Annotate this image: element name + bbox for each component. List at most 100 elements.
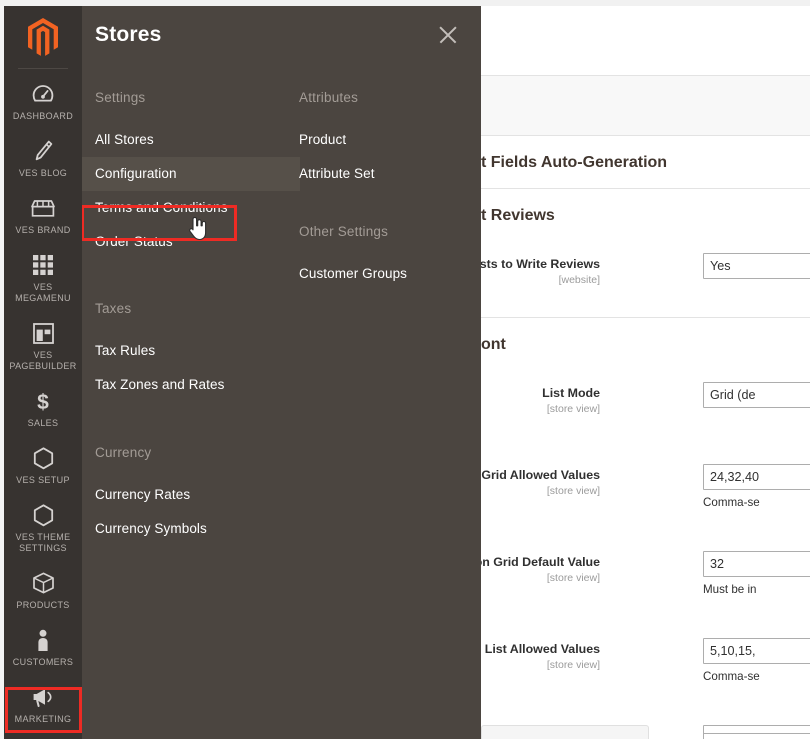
field-note: Must be in	[703, 583, 757, 596]
field-control: 24,32,40 Comma-se	[703, 464, 810, 509]
field-control: Yes	[703, 253, 810, 279]
next-field-input-partial[interactable]	[703, 733, 810, 739]
field-note: Comma-se	[703, 496, 760, 509]
menu-group-title-currency: Currency	[95, 445, 152, 460]
config-section-tab-stub[interactable]	[481, 725, 649, 739]
menu-item-currency-symbols[interactable]: Currency Symbols	[82, 512, 300, 546]
field-scope: [store view]	[546, 572, 600, 584]
layout-panel-icon	[6, 321, 80, 345]
hexagon-icon	[6, 503, 80, 527]
sidebar-item-label: VES BRAND	[15, 225, 71, 235]
sidebar-item-label: VES SETUP	[16, 475, 70, 485]
section-fields-auto-generation: t Fields Auto-Generation	[481, 136, 810, 189]
field-scope: [store view]	[546, 403, 600, 415]
menu-item-currency-rates[interactable]: Currency Rates	[82, 478, 300, 512]
menu-item-tax-zones-and-rates[interactable]: Tax Zones and Rates	[82, 368, 300, 402]
field-control: Grid (de	[703, 382, 810, 408]
sidebar-item-ves-blog[interactable]: VES BLOG	[4, 130, 82, 187]
grid-squares-icon	[6, 253, 80, 277]
field-label: Products per Page on List Allowed Values	[481, 642, 600, 656]
content-top-blank	[481, 6, 810, 75]
field-scope: [store view]	[546, 659, 600, 671]
field-products-per-page-grid-default: Products per Page on Grid Default Value …	[481, 539, 810, 626]
list-mode-select[interactable]: Grid (de	[703, 382, 810, 408]
grid-default-value-input[interactable]: 32	[703, 551, 810, 577]
sidebar-nav-list: DASHBOARD VES BLOG VES BRAND VES MEGAMEN…	[4, 69, 82, 739]
field-label: Allow Guests to Write Reviews	[481, 257, 600, 271]
pencil-icon	[6, 139, 80, 163]
field-allow-guests-to-write-reviews: Allow Guests to Write Reviews [website] …	[481, 241, 810, 317]
megaphone-icon	[6, 685, 80, 709]
menu-column-right: Attributes Product Attribute Set Other S…	[286, 64, 481, 291]
menu-item-configuration[interactable]: Configuration	[82, 157, 300, 191]
menu-columns: Settings All Stores Configuration Terms …	[81, 64, 481, 724]
menu-group-title-attributes: Attributes	[299, 90, 359, 105]
person-icon	[6, 628, 80, 652]
sidebar-item-ves-brand[interactable]: VES BRAND	[4, 187, 82, 244]
field-label: Products per Page on Grid Default Value	[481, 555, 600, 569]
sidebar-item-label: SALES	[27, 418, 59, 428]
sidebar-item-label: DASHBOARD	[12, 111, 74, 121]
list-allowed-values-input[interactable]: 5,10,15,	[703, 638, 810, 664]
field-list-mode: List Mode [store view] Grid (de	[481, 370, 810, 452]
sidebar-item-label: VES THEME SETTINGS	[15, 532, 71, 553]
sidebar-item-label: VES BLOG	[18, 168, 68, 178]
next-field-control-partial	[703, 733, 810, 739]
menu-group-title-other-settings: Other Settings	[299, 224, 389, 239]
menu-item-customer-groups[interactable]: Customer Groups	[286, 257, 481, 291]
sidebar-item-content[interactable]: CONTENT	[4, 733, 82, 739]
menu-column-left: Settings All Stores Configuration Terms …	[82, 64, 300, 546]
menu-group-title-settings: Settings	[95, 90, 146, 105]
menu-item-order-status[interactable]: Order Status	[82, 225, 300, 259]
magento-logo[interactable]	[4, 6, 82, 68]
sidebar-item-sales[interactable]: $ SALES	[4, 380, 82, 437]
sidebar-item-marketing[interactable]: MARKETING	[4, 676, 82, 733]
menu-item-attribute-set[interactable]: Attribute Set	[286, 157, 481, 191]
storefront-icon	[6, 196, 80, 220]
sidebar-item-label: MARKETING	[14, 714, 72, 724]
sidebar-item-ves-pagebuilder[interactable]: VES PAGEBUILDER	[4, 312, 82, 380]
stores-menu-panel: Stores Settings All Stores Configuration…	[81, 6, 481, 739]
menu-item-all-stores[interactable]: All Stores	[82, 123, 300, 157]
field-label: List Mode	[542, 386, 600, 400]
sidebar-item-customers[interactable]: CUSTOMERS	[4, 619, 82, 676]
menu-item-product[interactable]: Product	[286, 123, 481, 157]
magento-logo-icon	[28, 18, 58, 56]
dashboard-gauge-icon	[6, 82, 80, 106]
sidebar-item-ves-theme-settings[interactable]: VES THEME SETTINGS	[4, 494, 82, 562]
menu-item-terms-and-conditions[interactable]: Terms and Conditions	[82, 191, 300, 225]
sidebar-item-ves-megamenu[interactable]: VES MEGAMENU	[4, 244, 82, 312]
section-heading-storefront: ont	[481, 336, 506, 353]
sidebar-item-ves-setup[interactable]: VES SETUP	[4, 437, 82, 494]
field-control: 32 Must be in	[703, 551, 810, 596]
section-storefront: ont List Mode [store view] Grid (de Prod…	[481, 318, 810, 739]
collapsed-section-band	[481, 75, 810, 136]
field-control: 5,10,15, Comma-se	[703, 638, 810, 683]
section-heading-reviews: t Reviews	[481, 207, 555, 224]
field-scope: [store view]	[546, 485, 600, 497]
section-product-reviews: t Reviews Allow Guests to Write Reviews …	[481, 189, 810, 318]
field-products-per-page-list-allowed: Products per Page on List Allowed Values…	[481, 626, 810, 713]
section-heading-auto-generation: t Fields Auto-Generation	[481, 136, 810, 189]
menu-panel-title: Stores	[95, 23, 162, 46]
svg-text:$: $	[37, 391, 49, 413]
field-note: Comma-se	[703, 670, 760, 683]
sidebar-item-label: CUSTOMERS	[12, 657, 74, 667]
box-icon	[6, 571, 80, 595]
configuration-content-area: t Fields Auto-Generation t Reviews Allow…	[481, 6, 810, 739]
sidebar-item-label: VES PAGEBUILDER	[9, 350, 77, 371]
allow-guests-to-write-reviews-select[interactable]: Yes	[703, 253, 810, 279]
menu-item-tax-rules[interactable]: Tax Rules	[82, 334, 300, 368]
close-icon[interactable]	[433, 20, 463, 50]
sidebar-item-label: VES MEGAMENU	[15, 282, 71, 303]
menu-panel-header: Stores	[82, 6, 481, 64]
dollar-sign-icon: $	[6, 389, 80, 413]
hexagon-icon	[6, 446, 80, 470]
field-products-per-page-grid-allowed: Products per Page on Grid Allowed Values…	[481, 452, 810, 539]
field-label: Products per Page on Grid Allowed Values	[481, 468, 600, 482]
sidebar-item-products[interactable]: PRODUCTS	[4, 562, 82, 619]
sidebar-item-label: PRODUCTS	[16, 600, 70, 610]
sidebar-item-dashboard[interactable]: DASHBOARD	[4, 73, 82, 130]
magento-admin-screen: t Fields Auto-Generation t Reviews Allow…	[0, 0, 810, 739]
grid-allowed-values-input[interactable]: 24,32,40	[703, 464, 810, 490]
